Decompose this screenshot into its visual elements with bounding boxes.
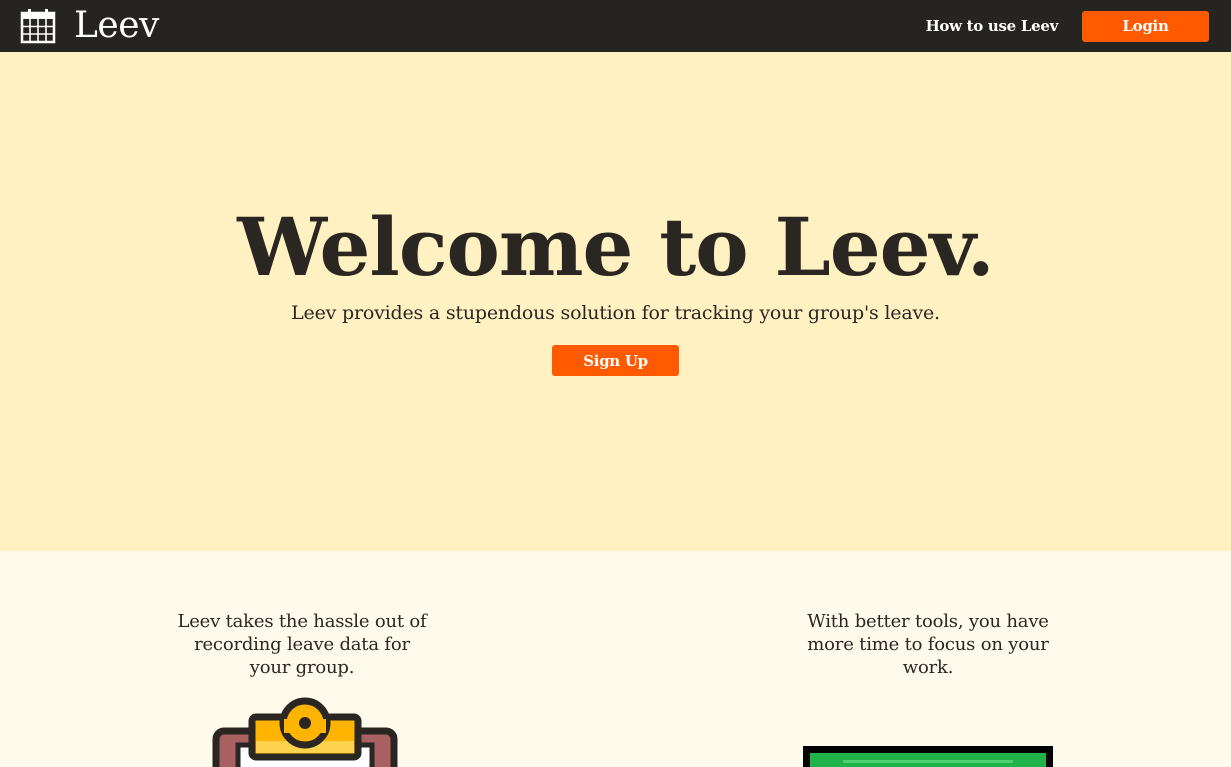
features-section: Leev takes the hassle out of recording l… xyxy=(0,551,1231,767)
monitor-icon xyxy=(803,746,1053,767)
hero-subtitle: Leev provides a stupendous solution for … xyxy=(291,302,940,324)
navbar: Leev How to use Leev Login xyxy=(0,0,1231,52)
hero-title: Welcome to Leev. xyxy=(237,200,995,294)
brand-name: Leev xyxy=(74,5,159,46)
feature-text-tools: With better tools, you have more time to… xyxy=(807,611,1049,678)
feature-text-hassle: Leev takes the hassle out of recording l… xyxy=(177,611,427,678)
how-to-use-link[interactable]: How to use Leev xyxy=(926,17,1059,35)
nav-actions: How to use Leev Login xyxy=(926,10,1209,42)
clipboard-icon xyxy=(212,697,398,767)
brand-logo[interactable]: Leev xyxy=(20,8,159,44)
login-button[interactable]: Login xyxy=(1082,10,1209,42)
sign-up-button[interactable]: Sign Up xyxy=(552,345,679,376)
calendar-icon xyxy=(20,9,56,44)
hero-section: Welcome to Leev. Leev provides a stupend… xyxy=(0,52,1231,551)
